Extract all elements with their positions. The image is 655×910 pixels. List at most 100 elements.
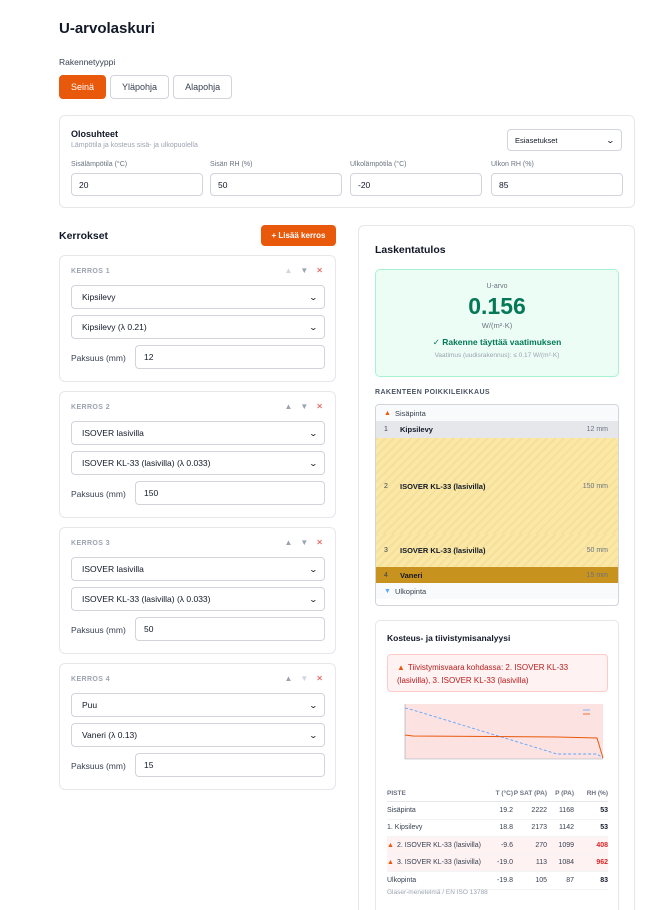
chevron-down-icon: ⌄ (308, 458, 319, 468)
row-p: 1142 (558, 824, 574, 832)
structure-type-roof-button[interactable]: Yläpohja (110, 75, 170, 99)
move-up-icon[interactable]: ▲ (284, 674, 292, 683)
thickness-input[interactable]: 12 (135, 345, 325, 369)
layer-number: 4 (384, 571, 388, 579)
move-up-icon[interactable]: ▲ (284, 402, 292, 411)
layer-category-select[interactable]: Kipsilevy ⌄ (71, 285, 325, 309)
thickness-input[interactable]: 150 (135, 481, 325, 505)
layer-name: Kipsilevy (400, 425, 433, 434)
layer-category-select[interactable]: ISOVER lasivilla ⌄ (71, 557, 325, 581)
row-psat: 2173 (531, 824, 547, 832)
layer-card-1: KERROS 1 ▲ ▼ ✕ Kipsilevy ⌄ Kipsilevy (λ … (59, 255, 336, 382)
indoor-temp-input[interactable]: 20 (71, 173, 203, 196)
delete-icon[interactable]: ✕ (316, 538, 323, 547)
layer-name: Vaneri (400, 570, 423, 580)
method-note: Glaser-menetelmä / EN ISO 13788 (387, 889, 488, 896)
condensation-warning-text: Tiivistymisvaara kohdassa: 2. ISOVER KL-… (397, 663, 569, 685)
move-down-icon[interactable]: ▼ (300, 538, 308, 547)
layer-material-select[interactable]: ISOVER KL-33 (lasivilla) (λ 0.033) ⌄ (71, 587, 325, 611)
move-down-icon[interactable]: ▼ (300, 674, 308, 683)
table-row: ▲ 2. ISOVER KL-33 (lasivilla) -9.6 270 10… (387, 837, 608, 855)
layer-card-2: KERROS 2 ▲ ▼ ✕ ISOVER lasivilla ⌄ ISOVER… (59, 391, 336, 518)
conditions-title: Olosuhteet (71, 129, 119, 139)
move-down-icon[interactable]: ▼ (300, 402, 308, 411)
layer-card-3: KERROS 3 ▲ ▼ ✕ ISOVER lasivilla ⌄ ISOVER… (59, 527, 336, 654)
indoor-rh-label: Sisän RH (%) (210, 161, 253, 168)
indoor-temp-label: Sisälämpötila (°C) (71, 161, 128, 168)
table-row: Ulkopinta -19.8 105 87 83 (387, 872, 608, 890)
layer-category-value: Puu (82, 700, 98, 710)
move-up-icon[interactable]: ▲ (284, 266, 292, 275)
layer-material-select[interactable]: Vaneri (λ 0.13) ⌄ (71, 723, 325, 747)
outdoor-rh-input[interactable]: 85 (491, 173, 623, 196)
row-name: Sisäpinta (387, 806, 416, 814)
layer-material-select[interactable]: ISOVER KL-33 (lasivilla) (λ 0.033) ⌄ (71, 451, 325, 475)
layer-thickness: 50 mm (586, 547, 608, 554)
outdoor-rh-label: Ulkon RH (%) (491, 161, 534, 168)
row-psat: 113 (535, 859, 547, 867)
chevron-down-icon: ⌄ (308, 730, 319, 740)
row-p: 1168 (558, 806, 574, 814)
row-name: 2. ISOVER KL-33 (lasivilla) (396, 841, 481, 849)
delete-icon[interactable]: ✕ (316, 266, 323, 275)
u-value-box: U-arvo 0.156 W/(m²·K) ✓ Rakenne täyttää … (375, 269, 619, 377)
layer-controls: ▲ ▼ ✕ (284, 266, 323, 275)
chevron-down-icon: ⌄ (308, 594, 319, 604)
conditions-subtitle: Lämpötila ja kosteus sisä- ja ulkopuolel… (71, 142, 198, 149)
delete-icon[interactable]: ✕ (316, 402, 323, 411)
row-temp: -9.6 (500, 841, 513, 849)
row-rh: 53 (600, 824, 608, 832)
row-psat: 270 (535, 841, 547, 849)
inside-surface-label: Sisäpinta (394, 408, 426, 418)
u-value-unit: W/(m²·K) (481, 321, 513, 330)
row-name-cell: ▲ 2. ISOVER KL-33 (lasivilla) (387, 842, 487, 849)
preset-select[interactable]: Esiasetukset ⌄ (507, 129, 622, 151)
move-up-icon[interactable]: ▲ (284, 538, 292, 547)
table-row: 1. Kipsilevy 18.8 2173 1142 53 (387, 820, 608, 837)
layer-category-select[interactable]: ISOVER lasivilla ⌄ (71, 421, 325, 445)
outside-surface-label: Ulkopinta (394, 586, 427, 596)
layer-number: 3 (384, 547, 388, 554)
result-title: Laskentatulos (375, 244, 446, 256)
layer-number: 2 (384, 482, 388, 490)
cross-section-title: RAKENTEEN POIKKILEIKKAUS (375, 389, 490, 396)
chevron-down-icon: ⌄ (308, 322, 319, 332)
thickness-label: Paksuus (mm) (71, 489, 126, 499)
thickness-label: Paksuus (mm) (71, 761, 126, 771)
warning-icon: ▲ (387, 841, 394, 849)
col-point: PISTE (387, 790, 406, 797)
layer-material-select[interactable]: Kipsilevy (λ 0.21) ⌄ (71, 315, 325, 339)
row-rh: 53 (600, 806, 608, 814)
row-p: 1099 (558, 841, 574, 849)
table-header: PISTE T (°C) P SAT (PA) P (PA) RH (%) (387, 786, 608, 802)
layer-category-select[interactable]: Puu ⌄ (71, 693, 325, 717)
row-rh: 962 (596, 859, 608, 867)
thickness-input[interactable]: 50 (135, 617, 325, 641)
cross-section: ▲ Sisäpinta 1 Kipsilevy 12 mm 2 ISOVER K… (375, 404, 619, 606)
cross-section-layer: 2 ISOVER KL-33 (lasivilla) 150 mm (376, 438, 618, 534)
moisture-title: Kosteus- ja tiivistymisanalyysi (387, 633, 511, 643)
warning-icon: ▲ (387, 859, 394, 867)
layer-material-value: ISOVER KL-33 (lasivilla) (λ 0.033) (82, 594, 211, 604)
layer-heading: KERROS 1 (71, 268, 110, 275)
add-layer-button[interactable]: + Lisää kerros (261, 225, 336, 246)
structure-type-floor-button[interactable]: Alapohja (173, 75, 233, 99)
triangle-up-icon: ▲ (384, 409, 391, 417)
indoor-rh-input[interactable]: 50 (210, 173, 342, 196)
preset-select-label: Esiasetukset (515, 135, 558, 145)
move-down-icon[interactable]: ▼ (300, 266, 308, 275)
structure-type-wall-button[interactable]: Seinä (59, 75, 107, 99)
layer-category-value: Kipsilevy (82, 292, 116, 302)
inside-surface: ▲ Sisäpinta (376, 405, 618, 421)
outdoor-temp-input[interactable]: -20 (350, 173, 482, 196)
layer-material-value: Vaneri (λ 0.13) (82, 730, 138, 740)
layer-name: ISOVER KL-33 (lasivilla) (400, 481, 486, 491)
condensation-risk-area (405, 704, 603, 759)
row-rh: 83 (600, 876, 608, 884)
delete-icon[interactable]: ✕ (316, 674, 323, 683)
result-card: Laskentatulos U-arvo 0.156 W/(m²·K) ✓ Ra… (358, 225, 635, 910)
thickness-input[interactable]: 15 (135, 753, 325, 777)
indoor-rh-field: Sisän RH (%) 50 (210, 161, 342, 196)
row-temp: 18.8 (499, 824, 513, 832)
row-psat: 105 (535, 876, 547, 884)
